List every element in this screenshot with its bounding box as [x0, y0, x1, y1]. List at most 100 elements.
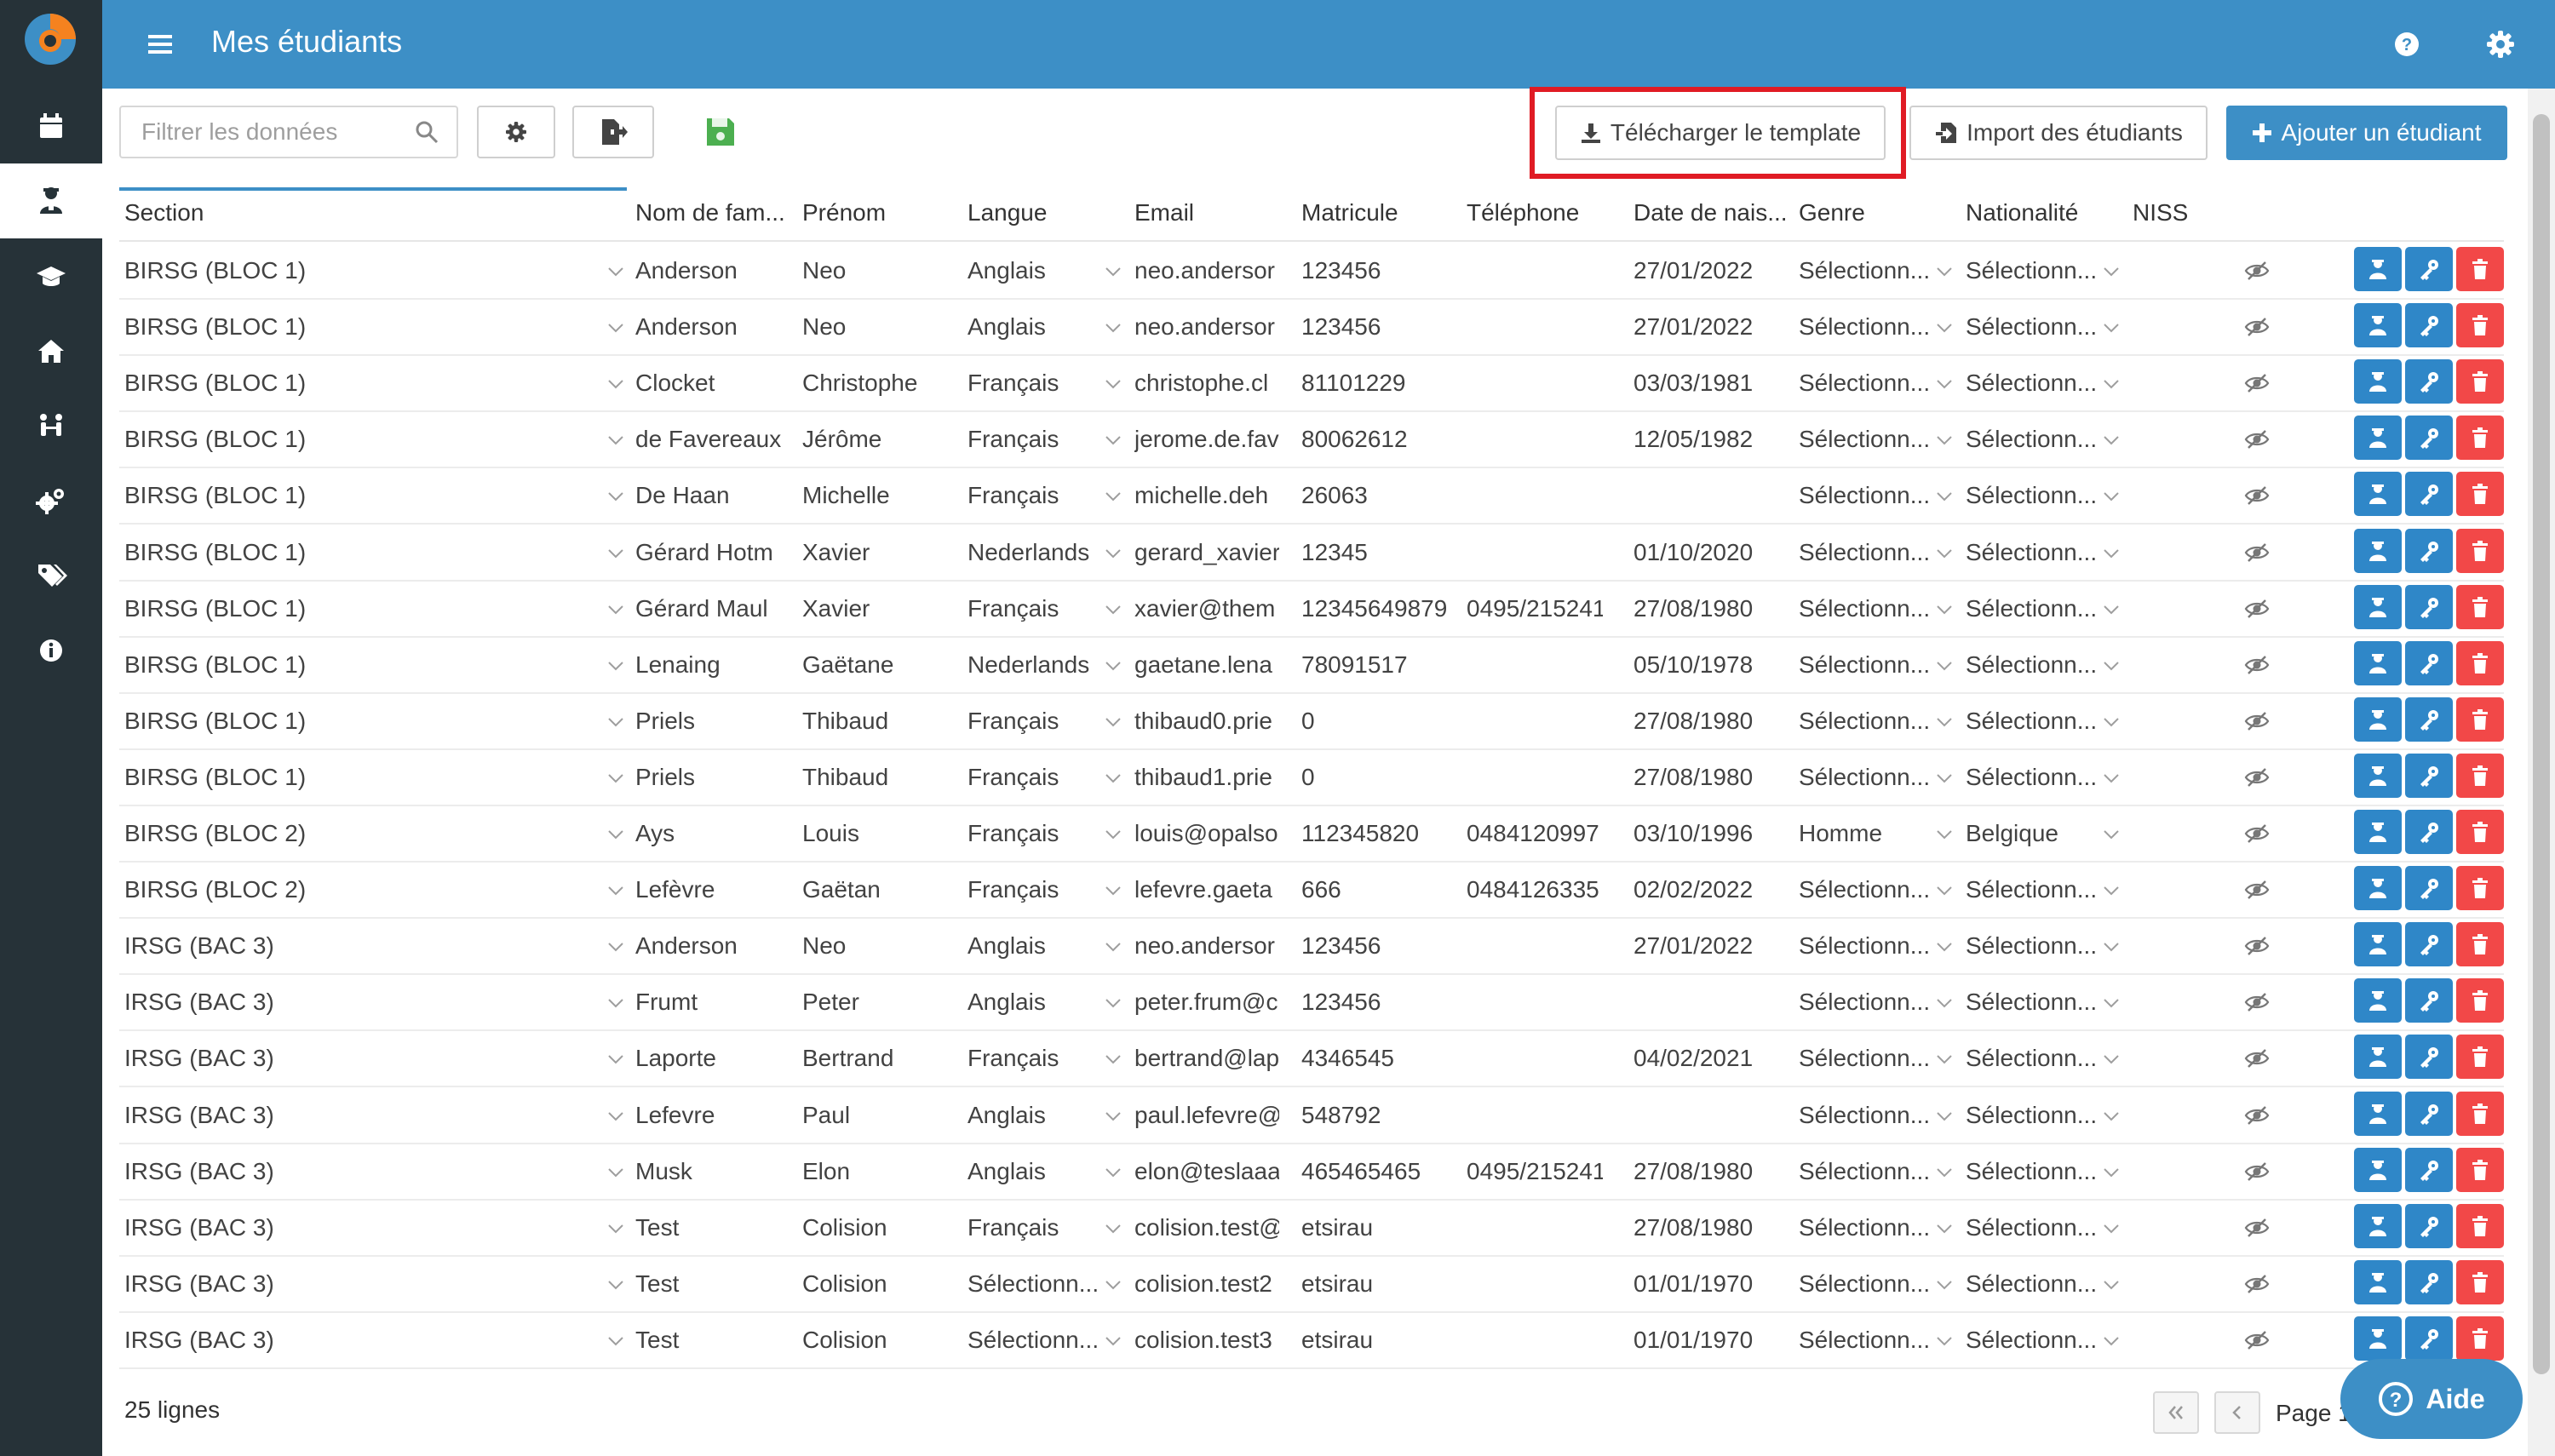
eye-slash-icon[interactable] [2243, 257, 2271, 284]
reset-password-button[interactable] [2405, 1203, 2453, 1248]
table-row[interactable]: BIRSG (BLOC 1) Gérard Hotm Xavier Nederland… [119, 524, 2504, 582]
chevron-down-icon[interactable] [1104, 1107, 1122, 1126]
chevron-down-icon[interactable] [2102, 769, 2121, 788]
student-profile-button[interactable] [2354, 978, 2402, 1023]
table-row[interactable]: BIRSG (BLOC 1) De Haan Michelle Français mic… [119, 467, 2504, 525]
chevron-down-icon[interactable] [2102, 1050, 2121, 1069]
chevron-down-icon[interactable] [2102, 994, 2121, 1012]
chevron-down-icon[interactable] [606, 487, 625, 506]
table-row[interactable]: BIRSG (BLOC 2) Lefèvre Gaëtan Français lefev… [119, 861, 2504, 920]
cell-language[interactable]: Anglais [967, 989, 1104, 1016]
reset-password-button[interactable] [2405, 303, 2453, 348]
chevron-down-icon[interactable] [1104, 487, 1122, 506]
vertical-scrollbar[interactable] [2528, 89, 2555, 1456]
cell-section[interactable]: IRSG (BAC 3) [124, 1158, 601, 1185]
chevron-down-icon[interactable] [606, 544, 625, 563]
first-page-button[interactable] [2153, 1391, 2199, 1434]
cell-gender[interactable]: Sélectionn... [1799, 1214, 1935, 1241]
cell-section[interactable]: BIRSG (BLOC 1) [124, 764, 601, 791]
eye-slash-icon[interactable] [2243, 1158, 2271, 1185]
sidebar-item-people[interactable] [0, 388, 102, 463]
cell-section[interactable]: BIRSG (BLOC 2) [124, 820, 601, 847]
chevron-down-icon[interactable] [2102, 318, 2121, 337]
eye-slash-icon[interactable] [2243, 482, 2271, 509]
chevron-down-icon[interactable] [1104, 713, 1122, 731]
eye-slash-icon[interactable] [2243, 651, 2271, 679]
chevron-down-icon[interactable] [606, 1219, 625, 1238]
delete-student-button[interactable] [2456, 978, 2504, 1023]
delete-student-button[interactable] [2456, 1203, 2504, 1248]
cell-section[interactable]: BIRSG (BLOC 1) [124, 708, 601, 735]
reset-password-button[interactable] [2405, 584, 2453, 629]
sidebar-item-home[interactable] [0, 313, 102, 388]
reset-password-button[interactable] [2405, 247, 2453, 291]
help-chat-button[interactable]: ? Aide [2340, 1359, 2523, 1439]
reset-password-button[interactable] [2405, 1147, 2453, 1192]
cell-section[interactable]: BIRSG (BLOC 1) [124, 482, 601, 509]
reset-password-button[interactable] [2405, 1091, 2453, 1136]
cell-language[interactable]: Français [967, 426, 1104, 453]
cell-language[interactable]: Nederlands [967, 539, 1104, 566]
eye-slash-icon[interactable] [2243, 595, 2271, 622]
add-student-button[interactable]: Ajouter un étudiant [2226, 106, 2507, 160]
student-profile-button[interactable] [2354, 810, 2402, 854]
student-profile-button[interactable] [2354, 303, 2402, 348]
chevron-down-icon[interactable] [2102, 431, 2121, 450]
cell-section[interactable]: BIRSG (BLOC 1) [124, 257, 601, 284]
student-profile-button[interactable] [2354, 866, 2402, 911]
table-row[interactable]: IRSG (BAC 3) Laporte Bertrand Français bertr… [119, 1029, 2504, 1088]
column-settings-button[interactable] [477, 106, 555, 158]
cell-nationality[interactable]: Sélectionn... [1966, 539, 2102, 566]
chevron-down-icon[interactable] [1104, 937, 1122, 956]
delete-student-button[interactable] [2456, 528, 2504, 573]
delete-student-button[interactable] [2456, 810, 2504, 854]
cell-language[interactable]: Anglais [967, 1158, 1104, 1185]
cell-section[interactable]: IRSG (BAC 3) [124, 932, 601, 960]
cell-language[interactable]: Anglais [967, 1102, 1104, 1129]
student-profile-button[interactable] [2354, 640, 2402, 685]
chevron-down-icon[interactable] [2102, 544, 2121, 563]
cell-section[interactable]: BIRSG (BLOC 2) [124, 876, 601, 903]
chevron-down-icon[interactable] [606, 713, 625, 731]
chevron-down-icon[interactable] [1104, 994, 1122, 1012]
cell-nationality[interactable]: Sélectionn... [1966, 482, 2102, 509]
chevron-down-icon[interactable] [1935, 769, 1954, 788]
cell-nationality[interactable]: Sélectionn... [1966, 651, 2102, 679]
chevron-down-icon[interactable] [2102, 937, 2121, 956]
chevron-down-icon[interactable] [1935, 1275, 1954, 1294]
cell-nationality[interactable]: Sélectionn... [1966, 764, 2102, 791]
chevron-down-icon[interactable] [606, 1275, 625, 1294]
reset-password-button[interactable] [2405, 866, 2453, 911]
chevron-down-icon[interactable] [1104, 769, 1122, 788]
chevron-down-icon[interactable] [2102, 656, 2121, 675]
column-header[interactable]: Date de nais... [1633, 199, 1787, 226]
chevron-down-icon[interactable] [1104, 262, 1122, 281]
cell-language[interactable]: Français [967, 370, 1104, 397]
table-row[interactable]: BIRSG (BLOC 1) Lenaing Gaëtane Nederlands ga… [119, 636, 2504, 694]
cell-nationality[interactable]: Sélectionn... [1966, 989, 2102, 1016]
column-header[interactable]: Genre [1799, 199, 1952, 226]
cell-section[interactable]: BIRSG (BLOC 1) [124, 313, 601, 341]
chevron-down-icon[interactable] [1935, 544, 1954, 563]
cell-section[interactable]: BIRSG (BLOC 1) [124, 370, 601, 397]
delete-student-button[interactable] [2456, 472, 2504, 517]
chevron-down-icon[interactable] [1104, 1050, 1122, 1069]
reset-password-button[interactable] [2405, 640, 2453, 685]
chevron-down-icon[interactable] [1104, 1275, 1122, 1294]
chevron-down-icon[interactable] [1935, 1050, 1954, 1069]
chevron-down-icon[interactable] [606, 318, 625, 337]
chevron-down-icon[interactable] [2102, 1332, 2121, 1350]
chevron-down-icon[interactable] [1104, 1163, 1122, 1182]
delete-student-button[interactable] [2456, 584, 2504, 629]
chevron-down-icon[interactable] [1935, 656, 1954, 675]
chevron-down-icon[interactable] [2102, 487, 2121, 506]
reset-password-button[interactable] [2405, 922, 2453, 967]
eye-slash-icon[interactable] [2243, 932, 2271, 960]
cell-nationality[interactable]: Sélectionn... [1966, 595, 2102, 622]
cell-section[interactable]: BIRSG (BLOC 1) [124, 426, 601, 453]
reset-password-button[interactable] [2405, 359, 2453, 404]
cell-language[interactable]: Français [967, 820, 1104, 847]
reset-password-button[interactable] [2405, 1316, 2453, 1361]
cell-gender[interactable]: Sélectionn... [1799, 1270, 1935, 1298]
import-students-button[interactable]: Import des étudiants [1909, 106, 2208, 160]
